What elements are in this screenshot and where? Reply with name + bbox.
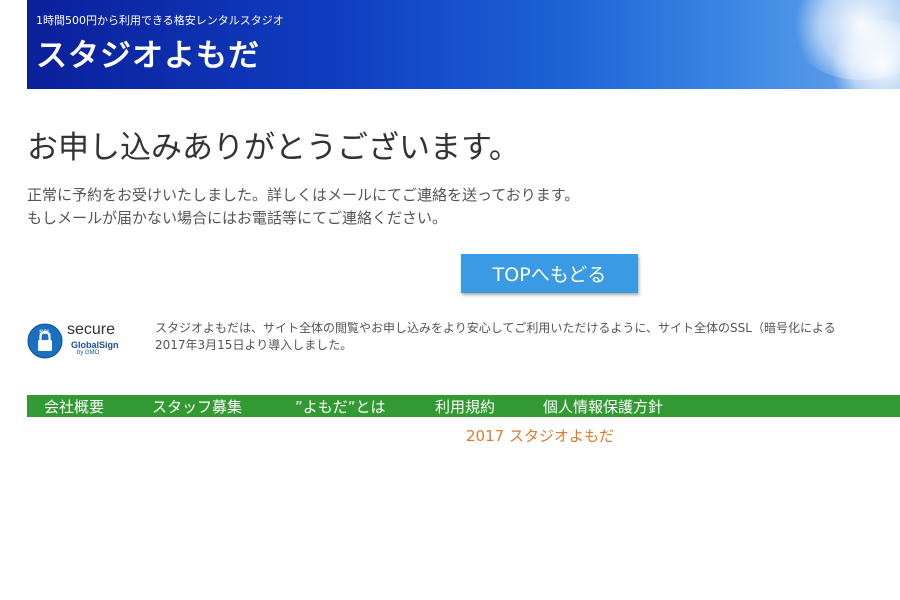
globalsign-label: GlobalSign [71,340,119,350]
site-header: 1時間500円から利用できる格安レンタルスタジオ スタジオよもだ [27,0,900,89]
message-line: もしメールが届かない場合にはお電話等にてご連絡ください。 [27,209,448,227]
ssl-notice: スタジオよもだは、サイト全体の閲覧やお申し込みをより安心してご利用いただけるよう… [155,320,900,354]
footer-link-about[interactable]: ”よもだ”とは [295,396,386,417]
gmo-label: by GMO [77,350,100,356]
footer-link-company[interactable]: 会社概要 [44,396,104,417]
footer-link-recruit[interactable]: スタッフ募集 [152,396,242,417]
ssl-notice-line: スタジオよもだは、サイト全体の閲覧やお申し込みをより安心してご利用いただけるよう… [155,321,836,335]
ssl-lock-icon: SSL [27,323,63,359]
site-tagline: 1時間500円から利用できる格安レンタルスタジオ [36,14,284,27]
site-title[interactable]: スタジオよもだ [36,30,260,75]
message-line: 正常に予約をお受けいたしました。詳しくはメールにてご連絡を送っております。 [27,186,580,204]
ssl-secure-badge[interactable]: SSL secure GlobalSign by GMO [27,321,127,361]
page-title: お申し込みありがとうございます。 [27,130,520,166]
copyright: 2017 スタジオよもだ [466,427,614,445]
ssl-notice-line: 2017年3月15日より導入しました。 [155,338,353,352]
ssl-label: SSL [39,330,51,336]
back-to-top-button[interactable]: TOPへもどる [461,254,638,293]
ssl-secure-label: secure [67,321,116,338]
footer-nav: 会社概要 スタッフ募集 ”よもだ”とは 利用規約 個人情報保護方針 [27,395,900,417]
confirmation-message: 正常に予約をお受けいたしました。詳しくはメールにてご連絡を送っております。 もし… [27,184,579,230]
footer-link-privacy[interactable]: 個人情報保護方針 [543,396,663,417]
footer-link-terms[interactable]: 利用規約 [435,396,495,417]
